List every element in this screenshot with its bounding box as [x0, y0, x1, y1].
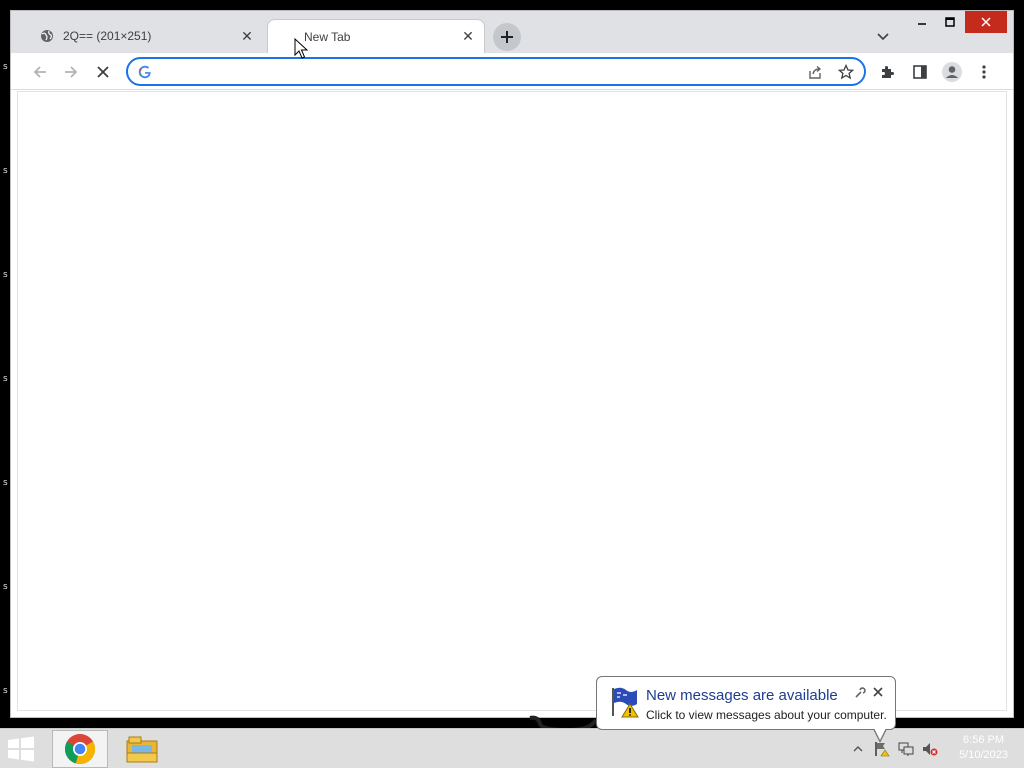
minimize-button[interactable] [909, 11, 935, 33]
browser-window: 2Q== (201×251) ✕ New Tab ✕ [10, 10, 1014, 718]
stop-icon [97, 66, 109, 78]
back-icon [33, 66, 46, 78]
desktop-edge-glyph: s [3, 478, 8, 488]
tab-title: New Tab [304, 29, 351, 44]
taskbar-clock[interactable]: 6:56 PM 5/10/2023 [959, 733, 1008, 763]
star-icon [838, 63, 854, 79]
globe-icon [39, 28, 55, 44]
notification-balloon[interactable]: New messages are available Click to view… [596, 676, 896, 743]
desktop-edge-glyph: s [3, 62, 8, 72]
desktop-edge-glyph: s [3, 582, 8, 592]
action-center-tray[interactable] [874, 741, 890, 757]
tab-search-button[interactable] [873, 27, 893, 47]
notification-options-button[interactable] [853, 686, 867, 700]
stop-button[interactable] [90, 59, 116, 85]
balloon-tail-inner [874, 728, 886, 740]
show-hidden-icons-button[interactable] [850, 741, 866, 757]
omnibox-input[interactable] [160, 60, 804, 83]
side-panel-button[interactable] [907, 59, 933, 85]
plus-icon [501, 31, 513, 43]
maximize-icon [945, 17, 955, 27]
menu-button[interactable] [971, 59, 997, 85]
tab-image[interactable]: 2Q== (201×251) ✕ [27, 19, 263, 53]
desktop-edge-glyph: s [3, 374, 8, 384]
back-button[interactable] [27, 59, 53, 85]
action-center-flag-icon [612, 687, 639, 718]
tab-close-icon[interactable]: ✕ [237, 26, 257, 46]
network-tray[interactable] [898, 741, 914, 757]
desktop-edge-glyph: s [3, 270, 8, 280]
tab-close-icon[interactable]: ✕ [458, 27, 478, 47]
share-button[interactable] [804, 60, 828, 84]
omnibox[interactable] [126, 57, 866, 86]
windows-icon [8, 736, 34, 762]
tab-title: 2Q== (201×251) [63, 29, 152, 43]
chevron-down-icon [877, 33, 889, 41]
google-icon [138, 65, 152, 79]
minimize-icon [918, 23, 926, 25]
new-tab-button[interactable] [493, 23, 521, 51]
maximize-button[interactable] [937, 11, 963, 33]
action-center-flag-icon [875, 742, 890, 757]
side-panel-icon [913, 65, 927, 79]
clock-date: 5/10/2023 [959, 749, 1008, 761]
forward-button[interactable] [58, 59, 84, 85]
desktop-edge-glyph: s [3, 686, 8, 696]
profile-icon [942, 62, 962, 82]
desktop-edge-glyph: s [3, 166, 8, 176]
page-content[interactable] [17, 91, 1007, 711]
file-explorer-icon [126, 736, 158, 763]
bookmark-button[interactable] [834, 60, 858, 84]
extensions-button[interactable] [875, 59, 901, 85]
taskbar-chrome[interactable] [52, 730, 108, 768]
profile-button[interactable] [939, 59, 965, 85]
share-icon [809, 65, 822, 79]
extensions-icon [882, 66, 894, 78]
close-window-button[interactable] [965, 11, 1007, 33]
wrench-icon [855, 687, 866, 698]
menu-icon [982, 65, 986, 79]
notification-text: Click to view messages about your comput… [646, 708, 887, 722]
taskbar-file-explorer[interactable] [114, 730, 170, 768]
notification-close-button[interactable] [871, 685, 885, 699]
mouse-cursor-icon [294, 38, 308, 59]
start-button[interactable] [6, 735, 36, 763]
chevron-up-icon [853, 746, 863, 752]
network-icon [898, 742, 914, 756]
volume-tray[interactable] [922, 741, 938, 757]
close-icon [981, 17, 991, 27]
volume-muted-icon [923, 743, 938, 756]
notification-title: New messages are available [646, 687, 838, 704]
close-icon [873, 687, 883, 697]
taskbar: 6:56 PM 5/10/2023 [0, 728, 1024, 768]
forward-icon [65, 66, 78, 78]
tab-strip: 2Q== (201×251) ✕ New Tab ✕ [11, 11, 1013, 53]
browser-toolbar [11, 53, 1013, 90]
clock-time: 6:56 PM [963, 734, 1005, 746]
chrome-icon [64, 734, 96, 765]
